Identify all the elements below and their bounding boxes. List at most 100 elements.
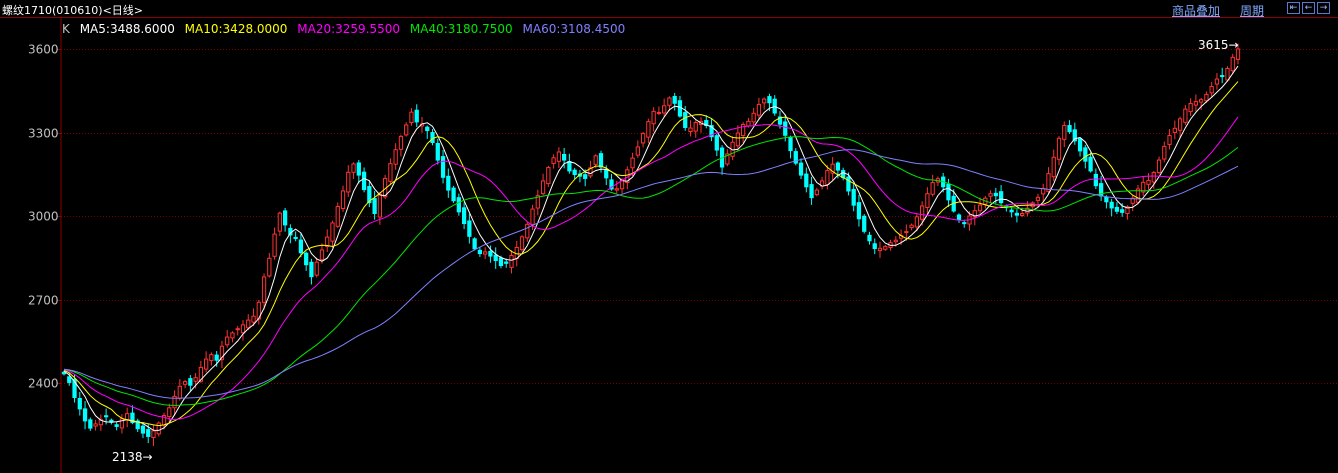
candle-down: [67, 376, 72, 383]
candle-down: [562, 153, 567, 161]
candle-down: [1220, 75, 1225, 78]
candle-up: [930, 182, 935, 195]
candle-up: [204, 358, 209, 370]
candle-down: [872, 243, 877, 250]
candle-up: [825, 170, 830, 185]
candle-down: [1083, 147, 1088, 162]
candle-down: [461, 207, 467, 225]
candle-down: [946, 183, 951, 201]
candle-down: [962, 222, 967, 225]
legend-ma40: MA40:3180.7500: [409, 22, 513, 36]
candle-down: [488, 250, 493, 257]
candle-up: [877, 247, 883, 252]
candle-up: [551, 157, 556, 165]
candle-up: [546, 167, 551, 185]
legend-ma10: MA10:3428.0000: [184, 22, 288, 36]
candle-down: [414, 109, 419, 123]
candle-up: [519, 236, 525, 251]
candle-down: [846, 176, 851, 192]
candle-down: [188, 378, 193, 386]
candle-down: [862, 215, 867, 232]
candle-down: [1067, 125, 1072, 133]
candle-down: [498, 257, 504, 267]
candle-down: [440, 156, 446, 178]
legend-ma60: MA60:3108.4500: [522, 22, 626, 36]
candle-up: [209, 354, 214, 362]
candle-down: [677, 100, 683, 117]
candle-down: [856, 202, 862, 220]
candle-up: [630, 157, 635, 169]
candle-up: [1225, 67, 1230, 81]
candle-down: [140, 425, 146, 434]
candle-down: [472, 238, 477, 250]
candle-down: [867, 234, 872, 242]
candle-down: [804, 173, 809, 188]
candle-up: [393, 149, 398, 165]
candle-up: [1151, 172, 1156, 183]
candle-up: [662, 105, 667, 114]
candle-down: [282, 210, 288, 226]
candle-up: [377, 193, 383, 218]
candle-up: [1020, 212, 1025, 216]
candle-down: [446, 175, 451, 191]
candle-down: [604, 169, 609, 179]
candle-up: [1167, 135, 1172, 145]
candle-up: [509, 255, 514, 268]
candle-up: [1146, 179, 1151, 185]
candle-down: [82, 408, 88, 422]
candle-down: [493, 254, 498, 262]
candle-down: [714, 135, 719, 151]
candle-up: [656, 111, 662, 114]
candle-down: [598, 153, 604, 168]
candle-down: [430, 132, 435, 144]
moving-average-lines: [63, 65, 1239, 431]
candle-down: [583, 174, 588, 179]
candle-up: [225, 336, 230, 346]
candle-down: [372, 198, 377, 214]
candle-up: [762, 98, 767, 104]
candle-down: [304, 252, 309, 266]
candle-down: [1093, 173, 1098, 187]
candle-down: [998, 191, 1004, 204]
candle-down: [309, 261, 314, 278]
candle-down: [114, 424, 119, 427]
candle-up: [1156, 159, 1162, 174]
candle-up: [977, 204, 983, 212]
candle-down: [88, 419, 93, 429]
candle-up: [1199, 99, 1204, 103]
candle-up: [814, 189, 819, 196]
candle-up: [267, 257, 272, 277]
candle-down: [835, 162, 841, 171]
candle-up: [272, 233, 277, 257]
y-tick-label: 3300: [28, 127, 59, 141]
kline-chart: 3600 3300 3000 2700 2400 3615→ 2138→: [0, 17, 1338, 473]
candle-up: [1051, 156, 1056, 178]
candle-up: [893, 239, 898, 243]
candle-down: [567, 161, 572, 172]
candle-up: [540, 180, 546, 195]
candle-down: [798, 162, 804, 176]
candle-up: [182, 381, 188, 385]
candle-down: [956, 214, 962, 221]
candle-up: [988, 193, 993, 197]
candle-down: [451, 187, 456, 202]
candle-up: [756, 103, 762, 116]
candle-down: [1088, 156, 1093, 172]
candle-down: [1104, 196, 1109, 203]
candle-up: [1162, 145, 1167, 160]
candle-down: [477, 249, 483, 255]
candle-up: [635, 146, 640, 156]
candle-up: [261, 276, 267, 303]
candle-up: [330, 222, 335, 242]
candle-down: [1109, 201, 1114, 209]
candle-up: [1056, 137, 1062, 160]
candle-up: [735, 132, 740, 147]
candle-up: [556, 151, 562, 162]
low-annotation: 2138→: [112, 450, 153, 464]
candle-up: [1230, 56, 1235, 72]
candle-up: [1193, 101, 1199, 106]
candle-up: [240, 324, 246, 334]
candle-down: [356, 162, 361, 176]
y-tick-label: 3000: [28, 210, 59, 224]
y-tick-label: 2700: [28, 294, 59, 308]
